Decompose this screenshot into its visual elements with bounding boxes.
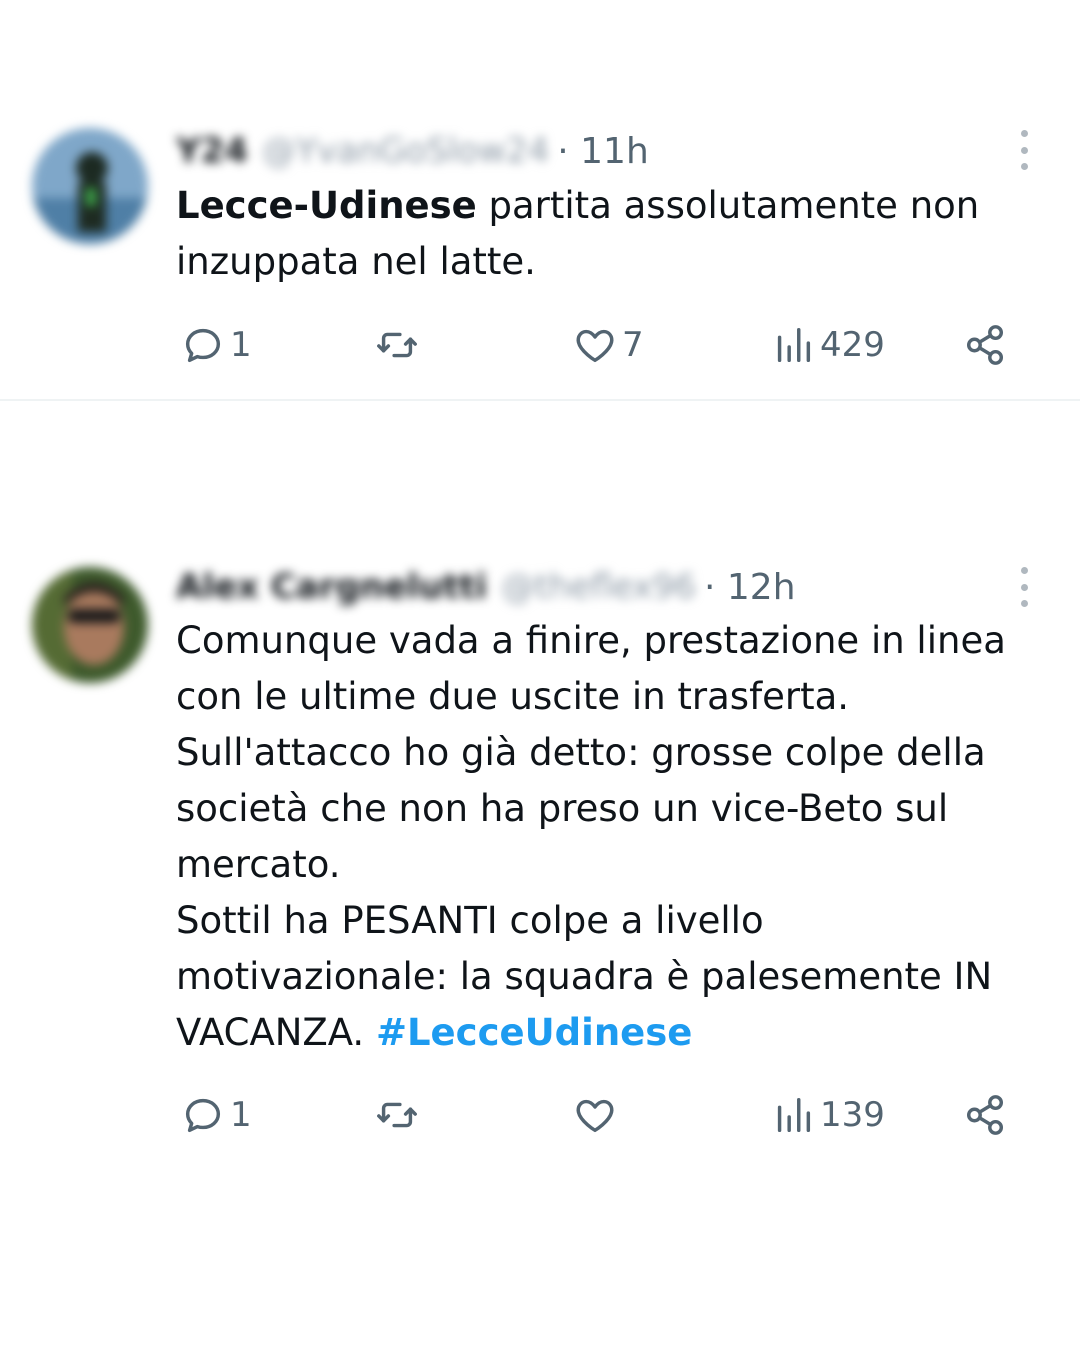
views-count: 139 <box>820 1095 885 1135</box>
heart-icon <box>576 329 614 363</box>
author-name[interactable]: Alex Cargnelutti <box>176 567 487 607</box>
reply-icon <box>185 1098 221 1133</box>
views-button[interactable]: 139 <box>770 1090 885 1140</box>
retweet-icon <box>377 332 417 358</box>
tweet-header: Alex Cargnelutti @theflex96 · 12h <box>176 562 1000 612</box>
views-icon <box>777 1097 811 1133</box>
retweet-button[interactable] <box>374 320 424 370</box>
timestamp[interactable]: · 12h <box>704 567 796 608</box>
tweet-text-line: Comunque vada a finire, prestazione in l… <box>176 619 1006 718</box>
timestamp[interactable]: · 11h <box>557 131 649 172</box>
author-handle[interactable]: @theflex96 <box>501 567 696 607</box>
more-vertical-icon[interactable] <box>1014 567 1034 607</box>
tweet-header: Y24 @YvanGoSlow24 · 11h <box>176 126 1000 176</box>
tweet-text-line: Sottil ha PESANTI colpe a livello motiva… <box>176 893 1046 1061</box>
like-button[interactable]: 7 <box>572 320 644 370</box>
views-count: 429 <box>820 325 885 365</box>
retweet-button[interactable] <box>374 1090 424 1140</box>
reply-count: 1 <box>230 1095 252 1135</box>
hashtag-link[interactable]: #LecceUdinese <box>376 1011 692 1054</box>
tweet-text: Comunque vada a finire, prestazione in l… <box>176 613 1046 1061</box>
retweet-icon <box>377 1102 417 1128</box>
divider <box>0 399 1080 401</box>
avatar[interactable] <box>32 567 148 683</box>
share-icon <box>966 325 1004 365</box>
tweet-actions: 1 139 <box>0 1090 1080 1140</box>
bold-text: Lecce-Udinese <box>176 184 477 227</box>
author-name[interactable]: Y24 <box>176 131 248 171</box>
like-count: 7 <box>622 325 644 365</box>
reply-count: 1 <box>230 325 252 365</box>
share-icon <box>966 1095 1004 1135</box>
like-button[interactable] <box>572 1090 622 1140</box>
reply-icon <box>185 328 221 363</box>
tweet-text-line: Sull'attacco ho già detto: grosse colpe … <box>176 731 986 886</box>
views-icon <box>777 327 811 363</box>
tweet-actions: 1 7 429 <box>0 320 1080 370</box>
more-vertical-icon[interactable] <box>1014 130 1034 170</box>
heart-icon <box>576 1099 614 1133</box>
reply-button[interactable]: 1 <box>180 320 252 370</box>
share-button[interactable] <box>962 320 1008 370</box>
views-button[interactable]: 429 <box>770 320 885 370</box>
avatar[interactable] <box>32 128 148 244</box>
tweet-text: Lecce-Udinese partita assolutamente non … <box>176 178 1046 290</box>
author-handle[interactable]: @YvanGoSlow24 <box>262 131 549 171</box>
share-button[interactable] <box>962 1090 1008 1140</box>
reply-button[interactable]: 1 <box>180 1090 252 1140</box>
